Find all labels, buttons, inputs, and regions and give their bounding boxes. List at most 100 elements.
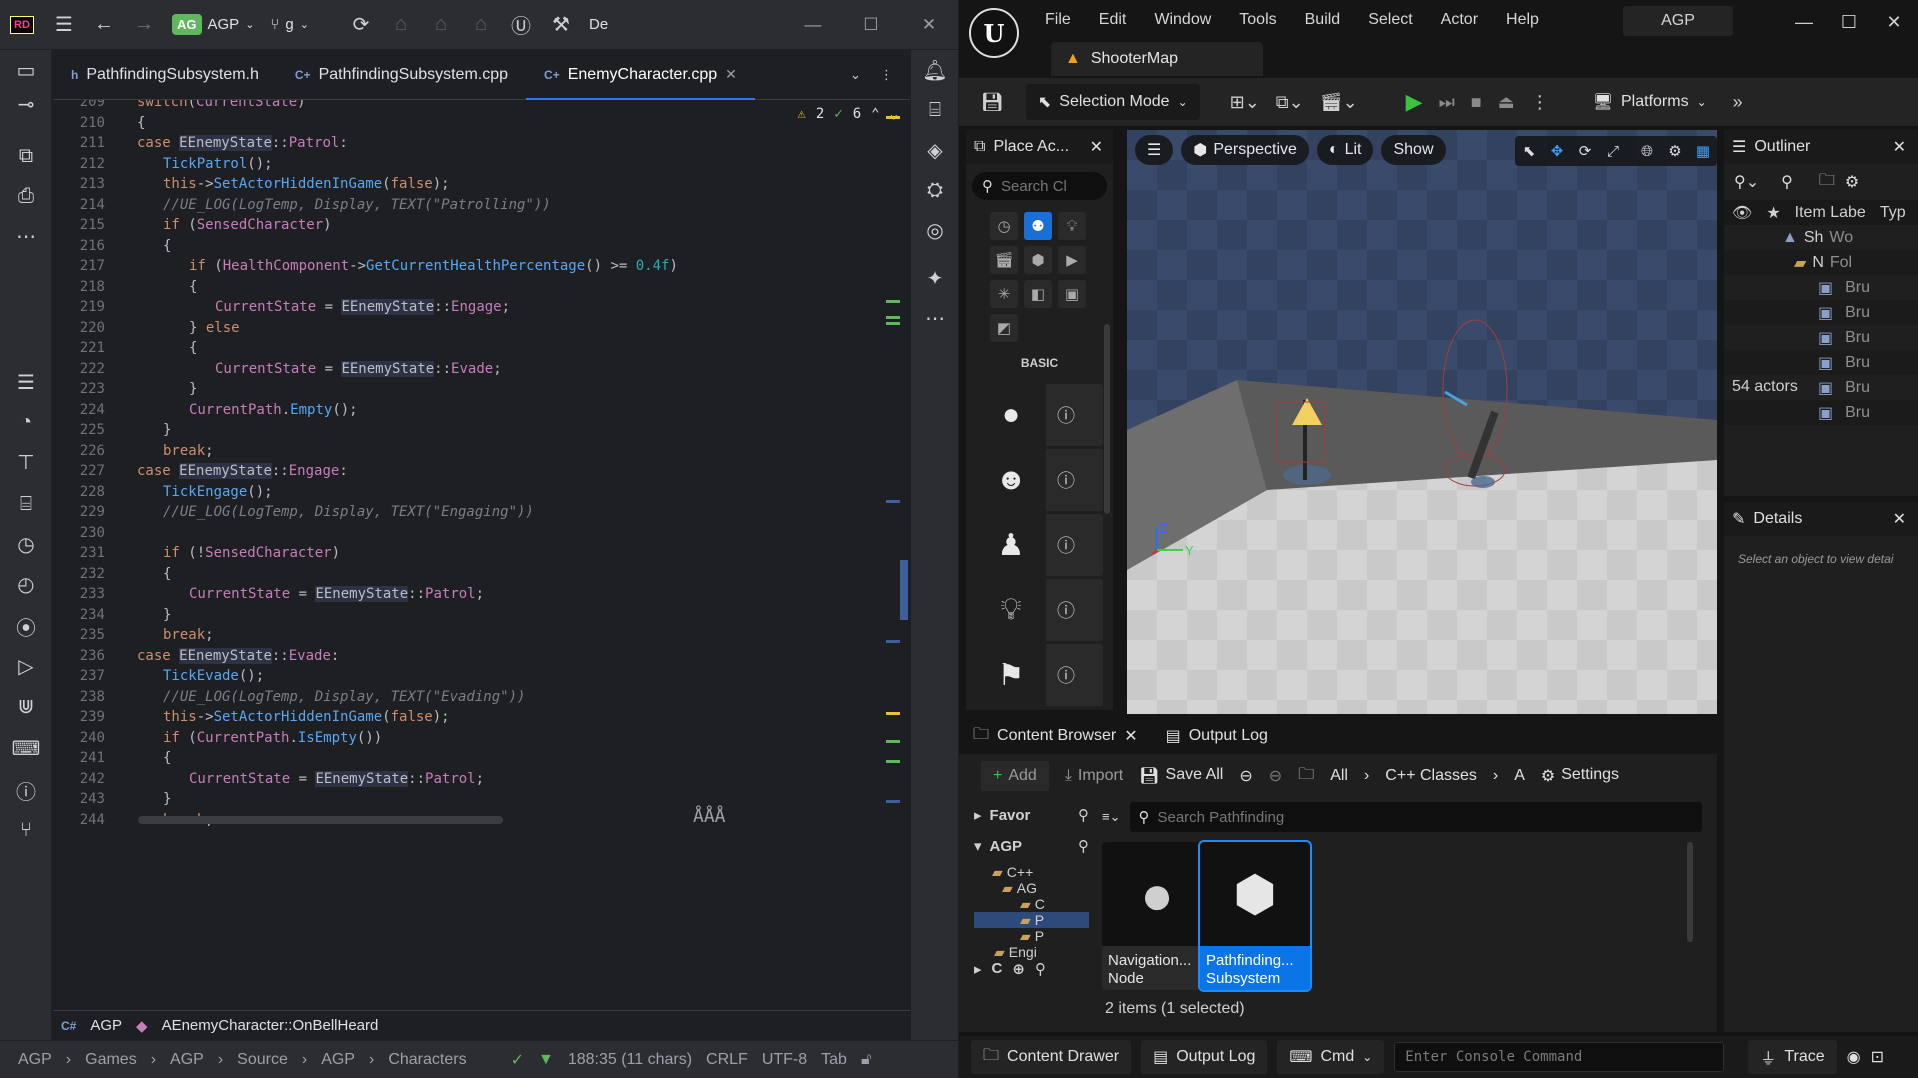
help-icon[interactable]: ⓘ [1046,467,1086,493]
asset-tile[interactable]: ● Navigation... Node [1102,842,1212,990]
branch-selector[interactable]: ⑂ g ⌄ [262,10,317,40]
line-ending[interactable]: CRLF [706,1051,748,1069]
perspective-button[interactable]: ⬢ Perspective [1181,135,1309,165]
tree-folder[interactable]: ▰ Engi [974,944,1089,961]
tab-pathfinding-subsystem-h[interactable]: h PathfindingSubsystem.h [53,50,277,100]
root-section[interactable]: ▾ AGP ⚲ [974,828,1089,864]
menu-tools[interactable]: Tools [1239,11,1276,29]
column-item-label[interactable]: Item Labe [1795,204,1866,222]
basic-icon[interactable]: ⚉ [1024,212,1052,240]
column-type[interactable]: Typ [1880,204,1906,222]
console-command-input[interactable]: Enter Console Command [1394,1042,1725,1072]
add-actor-icon[interactable]: ⊞⌄ [1222,84,1268,120]
project-selector[interactable]: AG AGP ⌄ [164,10,262,40]
maximize-icon[interactable]: ☐ [1824,0,1874,44]
unreal-logo-icon[interactable]: U [969,8,1019,58]
filter-icon[interactable]: ≡⌄ [1102,809,1120,825]
bookmark-icon[interactable]: ⎙ [0,176,52,216]
ai-assistant-icon[interactable]: ✦ [911,258,959,298]
stop-icon[interactable]: ■ [1463,84,1490,120]
recent-icon[interactable]: ◷ [990,212,1018,240]
surface-snap-icon[interactable]: ⚙ [1661,136,1689,166]
code-editor[interactable]: 209 switch(CurrentState) 210{211 case EEnem… [53,100,910,1010]
translate-tool-icon[interactable]: ✥ [1543,136,1571,166]
notifications-icon[interactable]: 🔔︎ [911,50,959,90]
performance-icon[interactable]: ◴ [0,564,52,604]
place-item-player-start[interactable]: ⚑ ⓘ [976,644,1103,706]
path-all[interactable]: All [1330,767,1348,785]
close-panel-icon[interactable]: ✕ [1893,137,1906,157]
file-encoding[interactable]: UTF-8 [762,1051,807,1069]
path-segment[interactable]: Source [237,1051,288,1069]
menu-select[interactable]: Select [1368,11,1412,29]
lights-icon[interactable]: 💡︎ [1058,212,1086,240]
terminal-icon[interactable]: ⌨ [0,728,52,768]
change-marker[interactable] [886,322,900,325]
menu-build[interactable]: Build [1305,11,1341,29]
tree-folder[interactable]: ▰ C [974,896,1089,913]
reader-mode-icon[interactable]: ÅÅÅ [693,806,726,827]
lit-button[interactable]: ◐ Lit [1316,135,1374,165]
asset-tile[interactable]: ⬢ Pathfinding... Subsystem [1198,840,1312,992]
tab-more-icon[interactable]: ⋮ [880,67,910,83]
filter-icon[interactable]: ⚲⌄ [1734,172,1759,192]
sync-icon[interactable]: ⟳ [341,0,381,50]
outliner-row[interactable]: ▰ N Fol [1724,250,1918,275]
path-segment[interactable]: Games [85,1051,137,1069]
change-marker[interactable] [886,300,900,303]
build-tool-icon[interactable]: ⊤ [0,442,52,482]
problems-icon[interactable]: ⓘ [0,770,52,810]
minimize-icon[interactable]: — [1779,0,1829,44]
visibility-icon[interactable]: 👁︎ [1732,203,1752,223]
grid-snap-icon[interactable]: ▦ [1689,136,1717,166]
inspection-icon[interactable]: ▼ [538,1051,554,1069]
show-button[interactable]: Show [1381,135,1446,165]
path-segment[interactable]: AGP [18,1051,52,1069]
menu-help[interactable]: Help [1506,11,1539,29]
play-options-icon[interactable]: ⋮ [1523,84,1557,120]
close-icon[interactable]: ✕ [1869,0,1918,44]
more-icon[interactable]: ⋯ [911,298,959,338]
add-button[interactable]: + Add [981,761,1049,791]
viewport-menu-button[interactable]: ☰ [1135,135,1174,165]
change-marker[interactable] [886,740,900,743]
select-tool-icon[interactable]: ⬉ [1515,136,1543,166]
output-log-button[interactable]: ▤ Output Log [1141,1040,1268,1074]
history-forward-icon[interactable]: ⊖ [1269,766,1282,786]
rebuild-icon[interactable]: ⌂ [421,0,461,50]
change-marker[interactable] [886,760,900,763]
place-item-empty-actor[interactable]: ● ⓘ [976,384,1103,446]
tab-list-chevron-icon[interactable]: ⌄ [850,67,880,83]
revision-control-icon[interactable]: ⊡ [1871,1047,1884,1067]
cinematics-icon[interactable]: 🎬︎⌄ [1312,84,1366,120]
database-icon[interactable]: ⌸ [0,484,52,524]
help-icon[interactable]: ⓘ [1046,662,1086,688]
asset-scrollbar[interactable] [1687,842,1693,942]
unreal-tools-icon[interactable]: ⋓ [0,686,52,726]
expand-toolbar-icon[interactable]: » [1725,84,1751,120]
back-icon[interactable]: ← [84,0,124,50]
close-panel-icon[interactable]: ✕ [1090,137,1103,157]
path-a[interactable]: A [1514,767,1525,785]
tab-content-browser[interactable]: 🗀︎ Content Browser ✕ [973,723,1138,750]
add-folder-icon[interactable]: 🗀︎ [1819,169,1835,196]
tab-pathfinding-subsystem-cpp[interactable]: C+ PathfindingSubsystem.cpp [277,50,526,100]
eject-icon[interactable]: ⏏ [1490,84,1523,120]
structure-icon[interactable]: ⧉ [0,136,52,176]
add-collection-icon[interactable]: ⊕ [1012,960,1025,978]
minimize-icon[interactable]: — [784,0,842,50]
warning-marker[interactable] [886,116,900,119]
dynamic-analysis-icon[interactable]: ⦿ [0,606,52,646]
tree-folder[interactable]: ▰ P [974,928,1089,945]
search-icon[interactable]: ⚲ [1035,960,1046,978]
geometry-icon[interactable]: ◧ [1024,280,1052,308]
tree-folder[interactable]: ▰ P [974,912,1089,928]
warning-marker[interactable] [886,712,900,715]
change-marker[interactable] [886,316,900,319]
scale-tool-icon[interactable]: ⤢ [1599,136,1627,166]
endpoints-icon[interactable]: ⛭ [911,170,959,210]
info-marker[interactable] [886,500,900,503]
search-icon[interactable]: ⚲ [1078,806,1089,824]
help-icon[interactable]: ⓘ [1046,532,1086,558]
config-selector[interactable]: De [581,10,616,40]
